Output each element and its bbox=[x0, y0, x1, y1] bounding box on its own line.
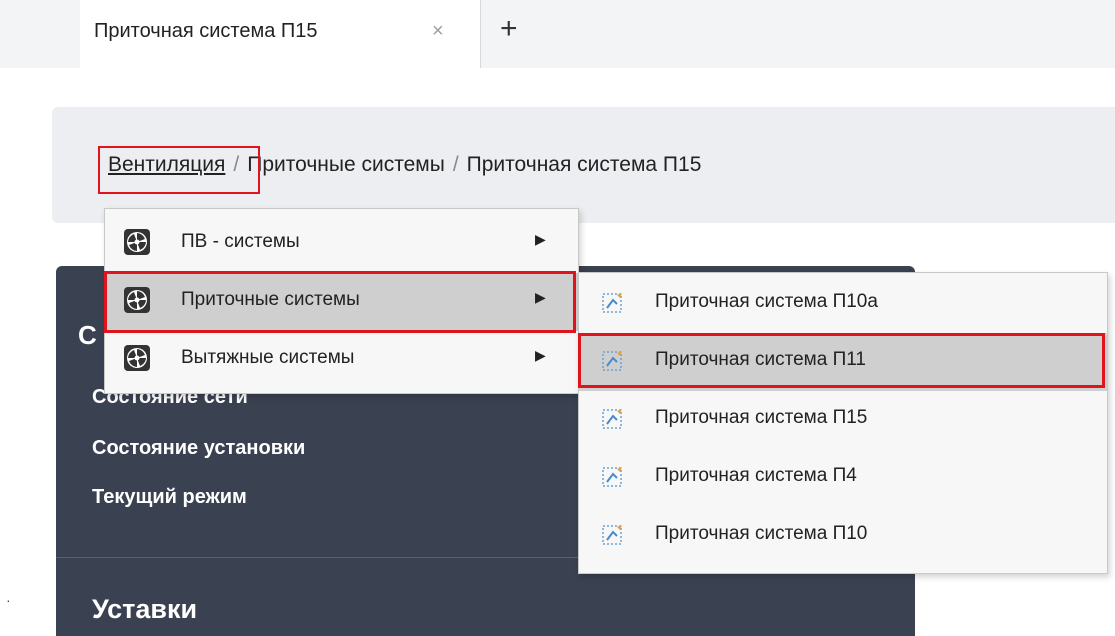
breadcrumb-separator: / bbox=[452, 153, 459, 176]
fan-icon bbox=[124, 229, 150, 255]
tab-active[interactable]: Приточная система П15 × bbox=[80, 0, 481, 68]
breadcrumb-current: Приточная система П15 bbox=[466, 153, 702, 176]
submenu: Приточная система П10а Приточная система… bbox=[578, 272, 1108, 574]
chevron-right-icon: ▶ bbox=[535, 231, 546, 247]
menu-item-pv-systems[interactable]: ПВ - системы ▶ bbox=[105, 215, 578, 273]
submenu-item-highlight bbox=[578, 333, 1105, 388]
submenu-item-label: Приточная система П10 bbox=[655, 523, 868, 544]
menu-item-label: ПВ - системы bbox=[181, 231, 300, 252]
fan-icon bbox=[124, 345, 150, 371]
panel-section-setpoints: Уставки bbox=[92, 594, 198, 624]
submenu-item-label: Приточная система П10а bbox=[655, 291, 878, 312]
panel-row-unit-state: Состояние установки bbox=[92, 437, 306, 459]
submenu-item-label: Приточная система П4 bbox=[655, 465, 857, 486]
submenu-item-p4[interactable]: Приточная система П4 bbox=[579, 449, 1107, 507]
submenu-item-p15[interactable]: Приточная система П15 bbox=[579, 391, 1107, 449]
tab-bar: Приточная система П15 × + bbox=[0, 0, 1115, 68]
system-schema-icon bbox=[602, 293, 622, 313]
breadcrumb-level2[interactable]: Приточные системы bbox=[247, 153, 445, 176]
close-icon[interactable]: × bbox=[432, 20, 444, 43]
panel-row-current-mode: Текущий режим bbox=[92, 486, 247, 508]
submenu-item-label: Приточная система П15 bbox=[655, 407, 868, 428]
submenu-item-p10a[interactable]: Приточная система П10а bbox=[579, 275, 1107, 333]
system-schema-icon bbox=[602, 525, 622, 545]
submenu-item-p10[interactable]: Приточная система П10 bbox=[579, 507, 1107, 565]
add-tab-icon[interactable]: + bbox=[500, 12, 518, 46]
system-schema-icon bbox=[602, 467, 622, 487]
menu-item-highlight bbox=[104, 271, 576, 333]
menu-item-label: Вытяжные системы bbox=[181, 347, 355, 368]
menu-item-exhaust-systems[interactable]: Вытяжные системы ▶ bbox=[105, 331, 578, 389]
breadcrumb-root-highlight bbox=[98, 146, 260, 194]
panel-header-cut: С bbox=[78, 320, 97, 350]
system-schema-icon bbox=[602, 409, 622, 429]
tab-label: Приточная система П15 bbox=[94, 20, 318, 42]
stray-mark: · bbox=[6, 592, 11, 608]
chevron-right-icon: ▶ bbox=[535, 347, 546, 363]
